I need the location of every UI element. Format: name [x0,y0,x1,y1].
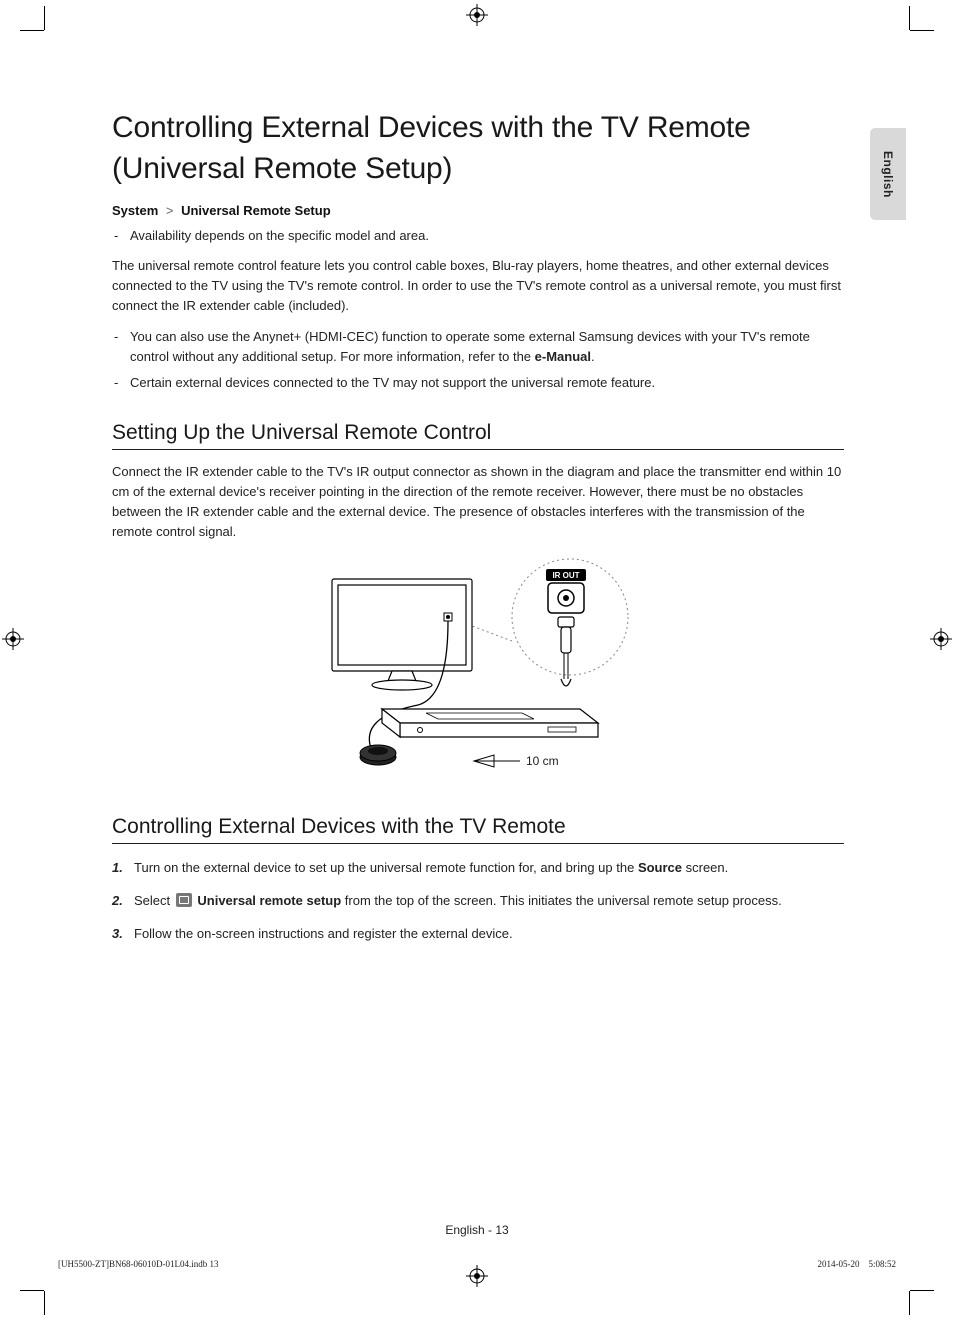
step-item: 3. Follow the on-screen instructions and… [134,922,844,945]
note-item: You can also use the Anynet+ (HDMI-CEC) … [130,327,844,367]
crop-mark [20,1290,44,1291]
section-heading: Controlling External Devices with the TV… [112,815,844,844]
note-list: Availability depends on the specific mod… [112,226,844,246]
crop-mark [20,30,44,31]
step-number: 1. [112,856,123,879]
language-tab-label: English [881,151,895,198]
step-text: Follow the on-screen instructions and re… [134,926,513,941]
breadcrumb-root: System [112,203,158,218]
intro-paragraph: The universal remote control feature let… [112,256,844,316]
step-text: from the top of the screen. This initiat… [341,893,782,908]
step-text: Select [134,893,174,908]
crop-mark [44,1291,45,1315]
universal-remote-icon [176,893,192,907]
registration-mark-icon [930,628,952,650]
page-footer-center: English - 13 [0,1223,954,1237]
breadcrumb-separator: > [162,203,178,218]
step-item: 2. Select Universal remote setup from th… [134,889,844,912]
registration-mark-icon [466,4,488,26]
page-footer-left: [UH5500-ZT]BN68-06010D-01L04.indb 13 [58,1259,218,1269]
connection-diagram: IR OUT [112,557,844,787]
manual-page: English Controlling External Devices wit… [0,0,954,1321]
step-number: 3. [112,922,123,945]
crop-mark [910,30,934,31]
section-paragraph: Connect the IR extender cable to the TV'… [112,462,844,543]
page-content: Controlling External Devices with the TV… [112,108,844,956]
crop-mark [44,6,45,30]
page-title: Controlling External Devices with the TV… [112,108,844,189]
step-text: screen. [682,860,728,875]
language-tab: English [870,128,906,220]
emanual-ref: e-Manual [535,349,591,364]
crop-mark [909,1291,910,1315]
note-item: Availability depends on the specific mod… [130,226,844,246]
section-heading: Setting Up the Universal Remote Control [112,421,844,450]
source-ref: Source [638,860,682,875]
note-text: . [591,349,595,364]
step-number: 2. [112,889,123,912]
note-list: You can also use the Anynet+ (HDMI-CEC) … [112,327,844,393]
universal-remote-ref: Universal remote setup [197,893,341,908]
note-item: Certain external devices connected to th… [130,373,844,393]
note-text: You can also use the Anynet+ (HDMI-CEC) … [130,329,810,364]
breadcrumb: System > Universal Remote Setup [112,203,844,218]
step-item: 1. Turn on the external device to set up… [134,856,844,879]
page-footer-right: 2014-05-20 5:08:52 [818,1259,897,1269]
ir-out-label: IR OUT [552,571,579,580]
registration-mark-icon [466,1265,488,1287]
step-text: Turn on the external device to set up th… [134,860,638,875]
registration-mark-icon [2,628,24,650]
crop-mark [910,1290,934,1291]
crop-mark [909,6,910,30]
steps-list: 1. Turn on the external device to set up… [112,856,844,946]
breadcrumb-leaf: Universal Remote Setup [181,203,331,218]
distance-label: 10 cm [526,754,559,768]
